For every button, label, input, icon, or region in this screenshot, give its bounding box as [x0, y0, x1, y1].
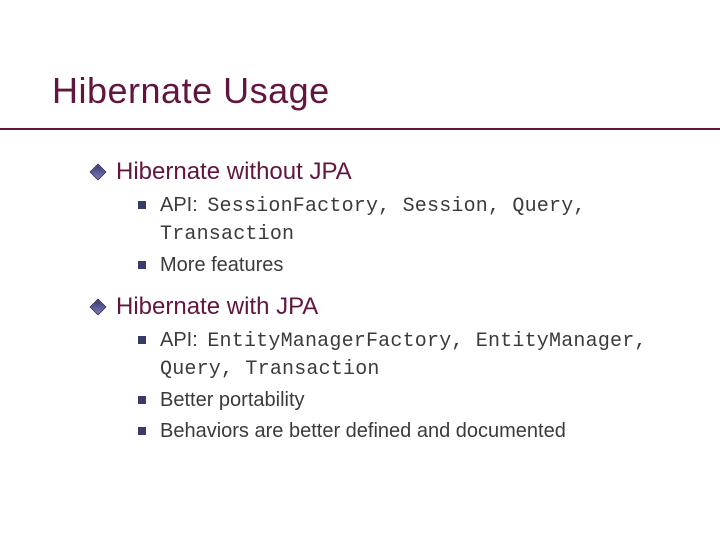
list-item: Better portability: [138, 387, 698, 414]
api-code: EntityManagerFactory, EntityManager, Que…: [160, 330, 647, 381]
square-bullet-icon: [138, 261, 146, 269]
list-item-text: API: SessionFactory, Session, Query, Tra…: [160, 192, 698, 248]
list-item: API: EntityManagerFactory, EntityManager…: [138, 327, 698, 383]
diamond-bullet-icon: [90, 299, 107, 316]
section-heading: Hibernate with JPA: [116, 293, 318, 321]
square-bullet-icon: [138, 336, 146, 344]
square-bullet-icon: [138, 427, 146, 435]
list-item-text: Better portability: [160, 387, 305, 414]
list-item: API: SessionFactory, Session, Query, Tra…: [138, 192, 698, 248]
sub-list: API: EntityManagerFactory, EntityManager…: [92, 327, 720, 445]
api-prefix: API:: [160, 194, 203, 216]
square-bullet-icon: [138, 396, 146, 404]
list-item-text: More features: [160, 252, 283, 279]
title-area: Hibernate Usage: [0, 0, 720, 120]
api-prefix: API:: [160, 329, 203, 351]
list-item-text: Behaviors are better defined and documen…: [160, 418, 566, 445]
sub-list: API: SessionFactory, Session, Query, Tra…: [92, 192, 720, 279]
list-item: More features: [138, 252, 698, 279]
list-item-text: API: EntityManagerFactory, EntityManager…: [160, 327, 698, 383]
slide: Hibernate Usage Hibernate without JPA AP…: [0, 0, 720, 540]
section-heading: Hibernate without JPA: [116, 158, 352, 186]
list-item: Behaviors are better defined and documen…: [138, 418, 698, 445]
section-header: Hibernate with JPA: [92, 293, 720, 321]
section: Hibernate with JPA API: EntityManagerFac…: [92, 293, 720, 445]
content-area: Hibernate without JPA API: SessionFactor…: [0, 130, 720, 445]
section-header: Hibernate without JPA: [92, 158, 720, 186]
section: Hibernate without JPA API: SessionFactor…: [92, 158, 720, 279]
square-bullet-icon: [138, 201, 146, 209]
diamond-bullet-icon: [90, 164, 107, 181]
api-code: SessionFactory, Session, Query, Transact…: [160, 195, 586, 246]
slide-title: Hibernate Usage: [52, 70, 720, 112]
